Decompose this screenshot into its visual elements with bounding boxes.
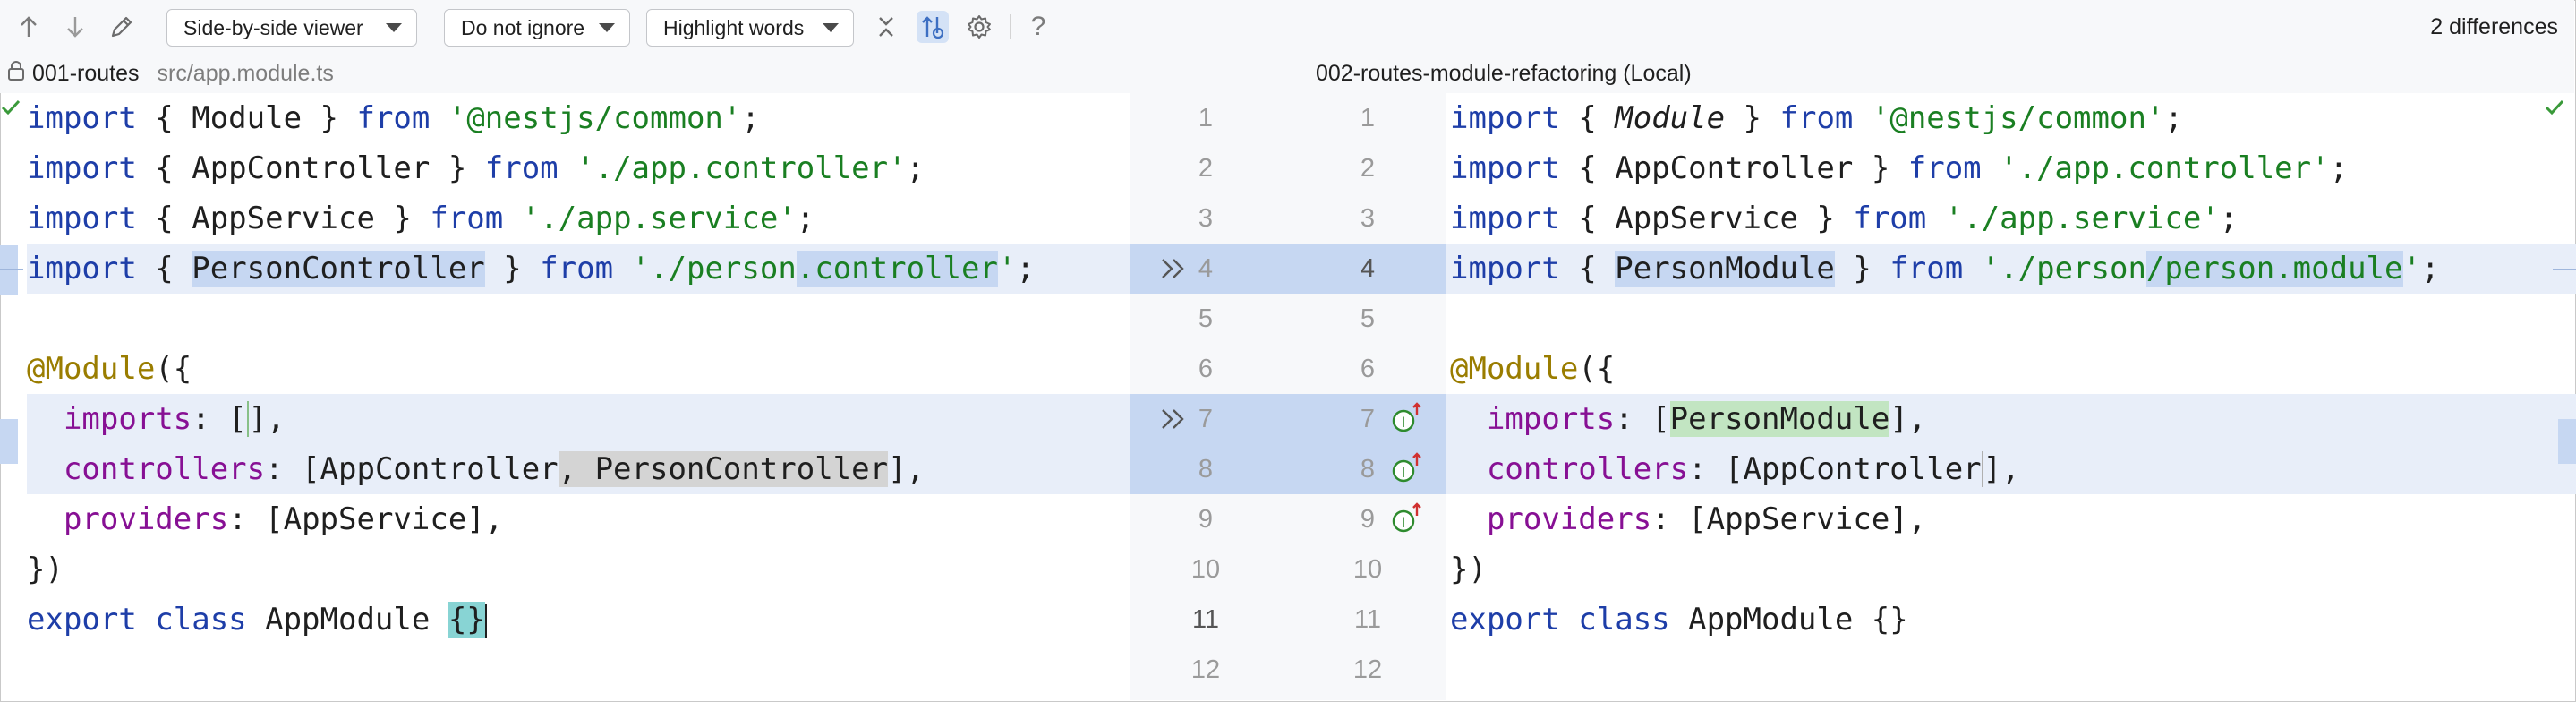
left-line-number: 2 <box>1198 154 1214 183</box>
left-editor[interactable]: import { Module } from '@nestjs/common';… <box>0 93 1130 700</box>
checkmark-icon <box>2545 99 2564 116</box>
left-line-number: 4 <box>1198 254 1214 283</box>
right-line-4: import { PersonModule } from './person/p… <box>1450 251 2440 287</box>
right-line-number: 8 <box>1360 455 1376 484</box>
right-line-7: imports: [PersonModule], <box>1486 401 1927 437</box>
left-line-number: 11 <box>1191 605 1220 634</box>
left-line-9: providers: [AppService], <box>63 501 504 537</box>
diff-toolbar: Side-by-side viewer Do not ignore Highli… <box>0 0 2574 56</box>
right-line-1: import { Module } from '@nestjs/common'; <box>1450 100 2183 136</box>
edit-icon[interactable] <box>106 11 138 43</box>
right-change-marker <box>2558 419 2576 464</box>
highlight-select[interactable]: Highlight words <box>646 9 854 47</box>
left-line-3: import { AppService } from './app.servic… <box>27 201 815 236</box>
left-line-number: 7 <box>1198 405 1214 433</box>
right-line-number: 12 <box>1352 655 1383 684</box>
toolbar-separator <box>1010 14 1011 39</box>
line-number-gutter: 1 1 2 2 3 3 4 4 5 5 6 6 7 7 8 8 9 9 10 10 11 11 12 12 I I I <box>1130 93 1446 700</box>
right-line-number: 7 <box>1360 405 1376 433</box>
arrow-up-icon[interactable] <box>13 11 45 43</box>
left-line-11: export class AppModule {} <box>27 602 487 638</box>
right-line-number: 4 <box>1360 254 1376 283</box>
left-line-number: 5 <box>1198 304 1214 333</box>
right-change-marker <box>2553 269 2576 270</box>
right-line-number: 2 <box>1360 154 1376 183</box>
left-line-number: 9 <box>1198 505 1214 534</box>
left-line-4: import { PersonController } from './pers… <box>27 251 1035 287</box>
left-line-7: imports: [], <box>63 401 286 437</box>
svg-text:I: I <box>1402 514 1406 531</box>
left-line-number: 3 <box>1198 204 1214 233</box>
sync-scroll-icon[interactable] <box>917 11 949 43</box>
right-line-9: providers: [AppService], <box>1486 501 1927 537</box>
left-line-2: import { AppController } from './app.con… <box>27 150 925 186</box>
help-icon[interactable]: ? <box>1022 11 1054 43</box>
implements-icon[interactable]: I <box>1389 444 1429 494</box>
implements-icon[interactable]: I <box>1389 494 1429 544</box>
right-line-number: 3 <box>1360 204 1376 233</box>
left-line-number: 8 <box>1198 455 1214 484</box>
chevron-down-icon <box>599 23 615 32</box>
viewer-select[interactable]: Side-by-side viewer <box>166 9 417 47</box>
collapse-icon[interactable] <box>870 11 902 43</box>
file-header: 001-routes src/app.module.ts 002-routes-… <box>0 56 2574 93</box>
chevron-down-icon <box>386 23 402 32</box>
left-file-path: src/app.module.ts <box>157 61 334 86</box>
svg-text:I: I <box>1402 464 1406 481</box>
settings-icon[interactable] <box>963 11 995 43</box>
right-line-number: 5 <box>1360 304 1376 333</box>
right-line-number: 11 <box>1353 605 1382 634</box>
ignore-select[interactable]: Do not ignore <box>444 9 630 47</box>
left-line-10: }) <box>27 552 64 587</box>
right-file-title: 002-routes-module-refactoring (Local) <box>1316 61 1692 86</box>
left-file-title: 001-routes src/app.module.ts <box>7 61 334 87</box>
left-line-number: 10 <box>1190 555 1221 584</box>
right-line-11: export class AppModule {} <box>1450 602 1908 638</box>
right-line-number: 9 <box>1360 505 1376 534</box>
ignore-select-label: Do not ignore <box>461 15 585 39</box>
right-line-number: 10 <box>1352 555 1383 584</box>
left-line-6: @Module({ <box>27 351 192 387</box>
right-line-number: 6 <box>1360 355 1376 383</box>
left-line-number: 12 <box>1190 655 1221 684</box>
checkmark-icon <box>1 99 21 116</box>
left-line-number: 1 <box>1198 104 1214 133</box>
right-line-10: }) <box>1450 552 1487 587</box>
viewer-select-label: Side-by-side viewer <box>183 15 363 39</box>
highlight-select-label: Highlight words <box>663 15 805 39</box>
right-line-number: 1 <box>1360 104 1376 133</box>
right-line-2: import { AppController } from './app.con… <box>1450 150 2349 186</box>
left-line-number: 6 <box>1198 355 1214 383</box>
left-branch: 001-routes <box>32 61 140 86</box>
right-line-3: import { AppService } from './app.servic… <box>1450 201 2239 236</box>
implements-icon[interactable]: I <box>1389 394 1429 444</box>
lock-icon <box>7 61 25 87</box>
svg-text:I: I <box>1402 414 1406 431</box>
chevron-down-icon <box>823 23 839 32</box>
right-line-6: @Module({ <box>1450 351 1616 387</box>
differences-count: 2 differences <box>2430 14 2558 39</box>
right-line-8: controllers: [AppController], <box>1486 451 2020 487</box>
arrow-down-icon[interactable] <box>59 11 91 43</box>
left-line-8: controllers: [AppController, PersonContr… <box>63 451 925 487</box>
right-editor[interactable]: import { Module } from '@nestjs/common';… <box>1446 93 2576 700</box>
left-line-1: import { Module } from '@nestjs/common'; <box>27 100 760 136</box>
